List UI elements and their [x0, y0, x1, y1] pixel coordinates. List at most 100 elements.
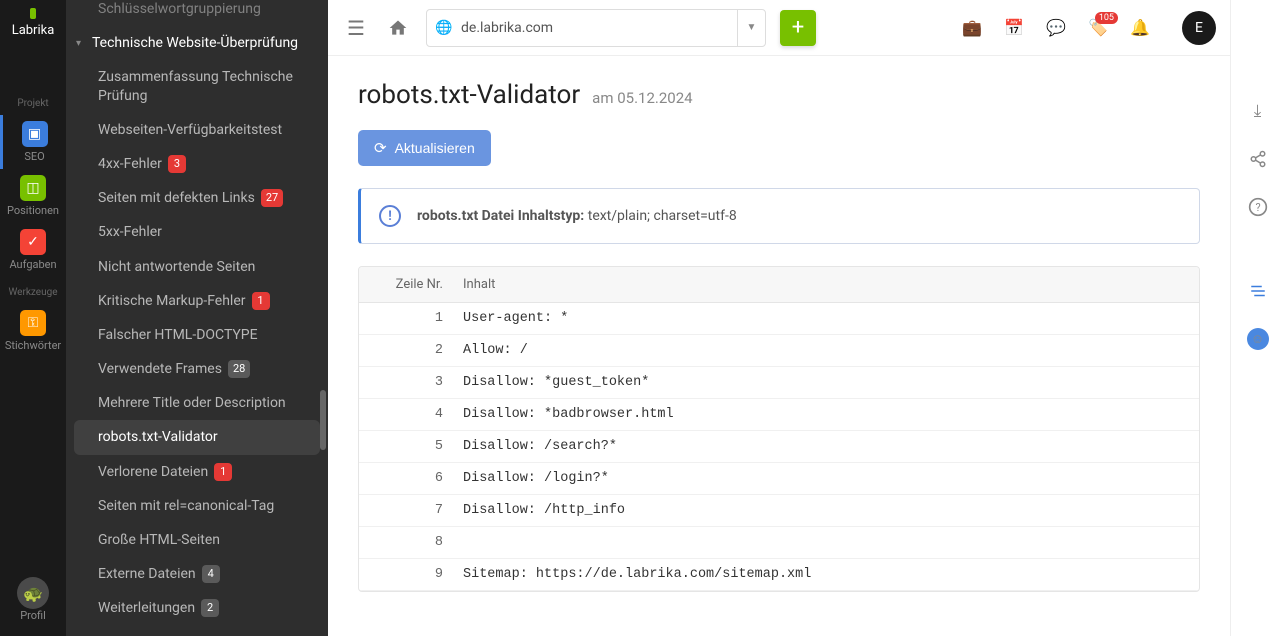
- sidebar-item[interactable]: Kritische Markup-Fehler1: [66, 284, 328, 318]
- page-title: robots.txt-Validator: [358, 80, 580, 110]
- info-label: robots.txt Datei Inhaltstyp:: [417, 208, 584, 224]
- site-domain: de.labrika.com: [461, 20, 737, 36]
- sidebar-item-label: Zusammenfassung Technische Prüfung: [98, 68, 316, 104]
- sidebar-item-label: robots.txt-Validator: [98, 428, 218, 446]
- rail-tasks-label: Aufgaben: [9, 258, 56, 271]
- sidebar-item[interactable]: Verwendete Frames28: [66, 352, 328, 386]
- line-number: 2: [373, 343, 443, 358]
- line-number: 7: [373, 503, 443, 518]
- rail-positions-label: Positionen: [7, 204, 59, 217]
- sidebar-item[interactable]: Mehrere Title oder Description: [66, 386, 328, 420]
- table-row: 1User-agent: *: [359, 303, 1199, 335]
- tag-icon[interactable]: 🏷️105: [1088, 18, 1108, 38]
- sidebar-item-label: Große HTML-Seiten: [98, 531, 220, 549]
- home-icon[interactable]: [384, 14, 412, 42]
- svg-text:?: ?: [1255, 201, 1260, 214]
- rail-section-werkzeuge: Werkzeuge: [8, 287, 57, 298]
- table-row: 6Disallow: /login?*: [359, 463, 1199, 495]
- sidebar-item-label: Technische Website-Überprüfung: [92, 34, 298, 52]
- menu-icon[interactable]: ☰: [342, 14, 370, 42]
- sidebar-item[interactable]: 5xx-Fehler: [66, 215, 328, 249]
- rail-seo[interactable]: ▣ SEO: [0, 115, 66, 169]
- count-badge: 1: [252, 292, 270, 310]
- topbar: ☰ 🌐 de.labrika.com ▼ + 💼 📅 💬 🏷️105 🔔 E: [328, 0, 1230, 56]
- rail-aufgaben[interactable]: ✓ Aufgaben: [0, 223, 66, 277]
- sidebar-item[interactable]: robots.txt-Validator: [74, 420, 320, 454]
- sidebar-item[interactable]: Seiten mit defekten Links 27: [66, 181, 328, 215]
- sidebar-parent[interactable]: ▾Technische Website-Überprüfung: [66, 26, 328, 60]
- table-header: Zeile Nr. Inhalt: [359, 267, 1199, 303]
- sidebar-item[interactable]: 4xx-Fehler 3: [66, 147, 328, 181]
- user-avatar[interactable]: E: [1182, 11, 1216, 45]
- sidebar-item-label: Externe Dateien: [98, 565, 196, 583]
- table-row: 2Allow: /: [359, 335, 1199, 367]
- refresh-icon: ⟳: [374, 139, 387, 157]
- help-icon[interactable]: ?: [1247, 196, 1269, 218]
- line-content: Sitemap: https://de.labrika.com/sitemap.…: [443, 567, 1185, 582]
- sidebar-item[interactable]: Seiten mit rel=canonical-Tag: [66, 489, 328, 523]
- sidebar-item-label: Mehrere Title oder Description: [98, 394, 286, 412]
- refresh-button[interactable]: ⟳ Aktualisieren: [358, 130, 491, 166]
- sidebar-item-label: Seiten mit rel=canonical-Tag: [98, 497, 274, 515]
- sidebar-item[interactable]: Große HTML-Seiten: [66, 523, 328, 557]
- sidebar-item[interactable]: Schlüsselwortgruppierung: [66, 0, 328, 26]
- table-row: 3Disallow: *guest_token*: [359, 367, 1199, 399]
- check-icon: ✓: [20, 229, 46, 255]
- rail-positionen[interactable]: ◫ Positionen: [0, 169, 66, 223]
- share-icon[interactable]: [1247, 148, 1269, 170]
- line-content: Disallow: /login?*: [443, 471, 1185, 486]
- robots-table: Zeile Nr. Inhalt 1User-agent: *2Allow: /…: [358, 266, 1200, 592]
- count-badge: 4: [202, 565, 220, 583]
- wallet-icon[interactable]: 💼: [962, 18, 982, 38]
- line-content: Disallow: /http_info: [443, 503, 1185, 518]
- count-badge: 27: [261, 189, 283, 207]
- scrollbar-thumb[interactable]: [320, 390, 326, 450]
- sidebar-item-label: Seiten mit defekten Links: [98, 189, 255, 207]
- table-row: 5Disallow: /search?*: [359, 431, 1199, 463]
- brand-text: Labrika: [12, 23, 55, 38]
- avatar-icon: 🐢: [17, 577, 49, 609]
- bell-icon[interactable]: 🔔: [1130, 18, 1150, 38]
- rail-profil[interactable]: 🐢 Profil: [0, 571, 66, 628]
- calendar-icon[interactable]: 📅: [1004, 18, 1024, 38]
- line-content: Disallow: *guest_token*: [443, 375, 1185, 390]
- sidebar-item-label: Webseiten-Verfügbarkeitstest: [98, 121, 282, 139]
- sidebar-item-label: 4xx-Fehler: [98, 155, 162, 173]
- globe-icon: 🌐: [427, 20, 461, 36]
- rail-section-projekt: Projekt: [17, 98, 48, 109]
- face-icon[interactable]: ☺: [1247, 328, 1269, 350]
- page-date: am 05.12.2024: [592, 89, 692, 107]
- table-row: 8: [359, 527, 1199, 559]
- sidebar-item[interactable]: Webseiten-Verfügbarkeitstest: [66, 113, 328, 147]
- line-content: User-agent: *: [443, 311, 1185, 326]
- page-title-row: robots.txt-Validator am 05.12.2024: [358, 80, 1200, 110]
- content: robots.txt-Validator am 05.12.2024 ⟳ Akt…: [328, 56, 1230, 636]
- sidebar-item[interactable]: Zusammenfassung Technische Prüfung: [66, 60, 328, 112]
- add-button[interactable]: +: [780, 10, 816, 46]
- chat-icon[interactable]: 💬: [1046, 18, 1066, 38]
- sidebar-item[interactable]: Falscher HTML-DOCTYPE: [66, 318, 328, 352]
- line-content: Disallow: *badbrowser.html: [443, 407, 1185, 422]
- chevron-down-icon[interactable]: ▼: [737, 10, 765, 46]
- info-box: ! robots.txt Datei Inhaltstyp: text/plai…: [358, 188, 1200, 244]
- rail-stichwoerter[interactable]: ⚿ Stichwörter: [0, 304, 66, 358]
- sidebar-item[interactable]: Weiterleitungen2: [66, 591, 328, 625]
- line-content: Disallow: /search?*: [443, 439, 1185, 454]
- download-icon[interactable]: ⤓: [1247, 100, 1269, 122]
- sidebar-item-label: Schlüsselwortgruppierung: [98, 0, 261, 18]
- line-number: 6: [373, 471, 443, 486]
- sidebar-item[interactable]: Verlorene Dateien1: [66, 455, 328, 489]
- table-row: 4Disallow: *badbrowser.html: [359, 399, 1199, 431]
- col-content-header: Inhalt: [443, 277, 1185, 292]
- info-value: text/plain; charset=utf-8: [588, 208, 737, 224]
- list-icon[interactable]: [1247, 280, 1269, 302]
- sidebar-item-label: Verwendete Frames: [98, 360, 222, 378]
- site-selector[interactable]: 🌐 de.labrika.com ▼: [426, 9, 766, 47]
- brand-logo: Labrika: [8, 8, 58, 38]
- sidebar-item-label: Falscher HTML-DOCTYPE: [98, 326, 258, 344]
- count-badge: 3: [168, 155, 186, 173]
- sidebar-item[interactable]: Externe Dateien 4: [66, 557, 328, 591]
- count-badge: 2: [201, 599, 219, 617]
- sidebar-item[interactable]: Nicht antwortende Seiten: [66, 250, 328, 284]
- tag-count-badge: 105: [1095, 12, 1118, 24]
